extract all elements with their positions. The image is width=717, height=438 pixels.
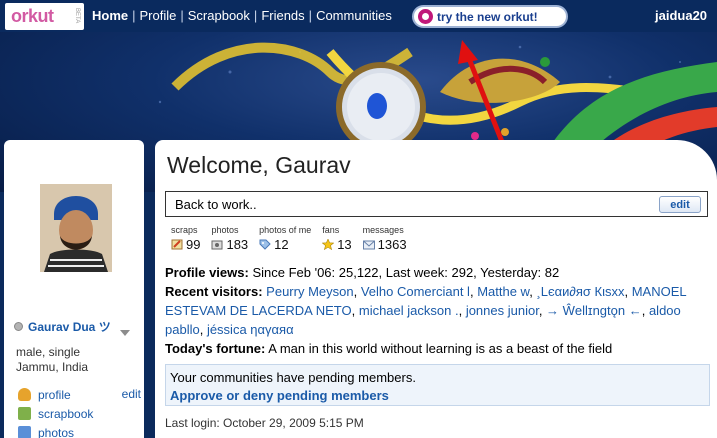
profile-views-label: Profile views: — [165, 265, 249, 280]
stat-label: fans — [322, 225, 340, 235]
sidebar-item-label: profile — [38, 387, 71, 402]
recent-visitors-label: Recent visitors: — [165, 284, 263, 299]
visitor-link[interactable]: ¸Lєαи∂яσ Кιѕхх — [536, 284, 624, 299]
profile-avatar[interactable] — [40, 184, 112, 272]
star-icon — [322, 239, 335, 250]
stat-photos[interactable]: photos 183 — [211, 225, 248, 252]
nav-separator: | — [308, 8, 313, 23]
chevron-down-icon[interactable] — [120, 330, 130, 336]
stat-value: 12 — [274, 237, 289, 252]
edit-profile-link[interactable]: edit — [122, 387, 141, 401]
stat-value: 183 — [226, 237, 249, 252]
nav-separator: | — [132, 8, 136, 23]
status-message-box[interactable]: Back to work.. edit — [165, 191, 708, 217]
envelope-icon — [362, 240, 375, 250]
visitor-link[interactable]: michael jackson . — [359, 303, 459, 318]
stat-fans[interactable]: fans 13 — [322, 225, 352, 252]
orkut-circle-icon — [418, 9, 433, 24]
red-arrow-head — [458, 40, 478, 64]
sidebar-item-label: photos — [38, 425, 75, 438]
status-message: Back to work.. — [175, 196, 257, 212]
nav-profile[interactable]: Profile — [140, 8, 177, 23]
nav-separator: | — [180, 8, 184, 23]
profile-gender-status: male, single — [16, 345, 81, 359]
visitor-link[interactable]: Velho Comerciant l — [361, 284, 470, 299]
username[interactable]: jaidua20 — [655, 8, 707, 23]
visitor-link[interactable]: Matthe w — [477, 284, 529, 299]
stat-value: 1363 — [377, 237, 407, 252]
stat-label: scraps — [171, 225, 198, 235]
stat-value: 13 — [337, 237, 352, 252]
orkut-logo[interactable]: orkut BETA — [5, 3, 84, 30]
profile-name-link[interactable]: Gaurav Dua ツ — [14, 318, 111, 335]
pending-members-notice: Your communities have pending members. A… — [165, 364, 710, 406]
nav-scrapbook[interactable]: Scrapbook — [188, 8, 250, 23]
profile-name-suffix: ツ — [98, 320, 111, 334]
stat-scraps[interactable]: scraps 99 — [171, 225, 200, 252]
sidebar-item-photos[interactable]: photos — [18, 423, 143, 438]
recent-visitors-row: Recent visitors: Peurry Meyson, Velho Co… — [165, 284, 687, 337]
page-title: Welcome, Gaurav — [167, 152, 351, 178]
profile-location: Jammu, India — [16, 360, 89, 374]
avatar-photo — [40, 184, 112, 272]
photos-icon — [18, 426, 31, 438]
stat-label: photos of me — [259, 225, 312, 235]
profile-views-text: Since Feb '06: 25,122, Last week: 292, Y… — [252, 265, 560, 280]
pending-text: Your communities have pending members. — [170, 370, 416, 385]
last-login: Last login: October 29, 2009 5:15 PM — [165, 416, 364, 430]
profile-name: Gaurav Dua — [28, 319, 96, 334]
edit-status-button[interactable]: edit — [659, 196, 701, 213]
sidebar-links: profile edit scrapbook photos — [18, 385, 143, 438]
online-status-icon — [14, 322, 23, 331]
visitor-link[interactable]: → Ŵellɪngtǫn ← — [546, 303, 642, 318]
profile-icon — [18, 388, 31, 401]
sidebar-item-profile[interactable]: profile edit — [18, 385, 143, 404]
stats-row: scraps 99 photos 183 photos of me 12 fan… — [171, 225, 418, 252]
stat-value: 99 — [186, 237, 201, 252]
stat-messages[interactable]: messages 1363 — [362, 225, 407, 252]
visitor-link[interactable]: jéssica ηαγαяα — [207, 322, 294, 337]
stat-photos-of-me[interactable]: photos of me 12 — [259, 225, 311, 252]
fortune-row: Today's fortune: A man in this world wit… — [165, 339, 710, 358]
stat-label: photos — [211, 225, 239, 235]
nav-communities[interactable]: Communities — [316, 8, 392, 23]
profile-info: Profile views: Since Feb '06: 25,122, La… — [165, 263, 710, 358]
nav-home[interactable]: Home — [92, 8, 128, 23]
fortune-label: Today's fortune: — [165, 341, 266, 356]
try-new-orkut-button[interactable]: try the new orkut! — [412, 5, 568, 28]
sidebar-item-scrapbook[interactable]: scrapbook — [18, 404, 143, 423]
camera-icon — [211, 240, 223, 250]
nav-separator: | — [253, 8, 258, 23]
beta-badge: BETA — [74, 8, 80, 24]
sidebar-item-label: scrapbook — [38, 406, 94, 421]
profile-sidebar: Gaurav Dua ツ male, single Jammu, India p… — [4, 140, 144, 438]
main-content: Welcome, Gaurav Back to work.. edit scra… — [155, 140, 717, 438]
try-new-orkut-label: try the new orkut! — [437, 9, 538, 24]
main-nav: Home | Profile | Scrapbook | Friends | Communiti… — [92, 8, 392, 23]
logo-text: orkut — [11, 6, 54, 26]
visitor-link[interactable]: Peurry Meyson — [266, 284, 353, 299]
scrapbook-icon — [18, 407, 31, 420]
fortune-text: A man in this world without learning is … — [268, 341, 613, 356]
visitor-link[interactable]: jonnes junior — [466, 303, 539, 318]
profile-details: male, single Jammu, India — [16, 345, 88, 375]
profile-views-row: Profile views: Since Feb '06: 25,122, La… — [165, 263, 710, 282]
stat-label: messages — [362, 225, 404, 235]
approve-pending-link[interactable]: Approve or deny pending members — [170, 387, 709, 405]
nav-friends[interactable]: Friends — [261, 8, 304, 23]
tag-icon — [259, 239, 271, 250]
top-nav-bar: orkut BETA Home | Profile | Scrapbook | Friend… — [0, 0, 717, 32]
pencil-icon — [171, 239, 183, 250]
